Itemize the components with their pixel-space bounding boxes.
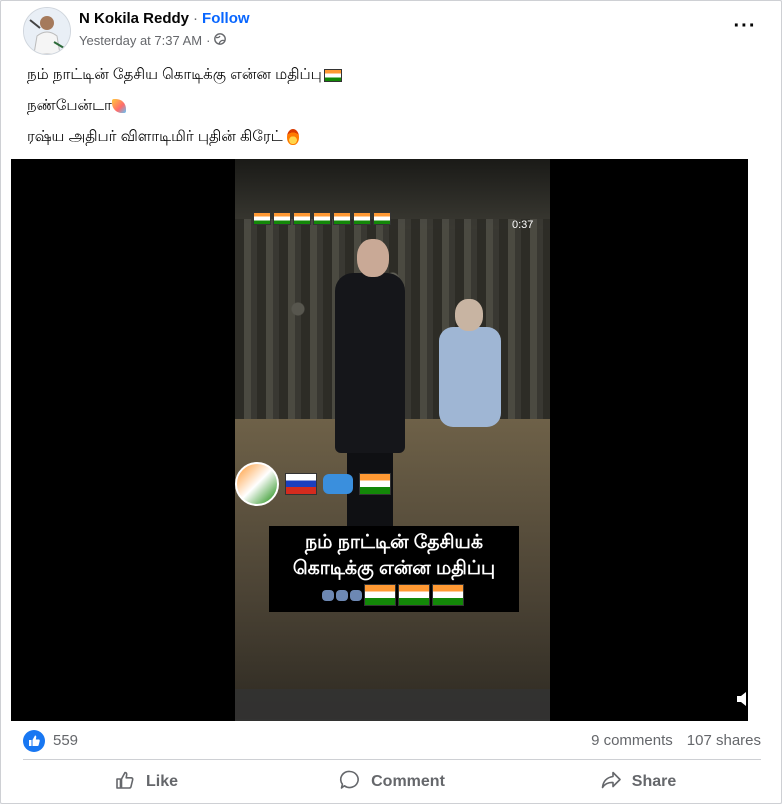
author-line: N Kokila Reddy · Follow (79, 10, 250, 27)
post-header: N Kokila Reddy · Follow Yesterday at 7:37 … (23, 7, 763, 55)
india-flag-icon (273, 212, 291, 225)
post-line-text: ரஷ்ய அதிபர் விளாடிமிர் புதின் கிரேட் (27, 128, 283, 145)
avatar[interactable] (23, 7, 71, 55)
author-name[interactable]: N Kokila Reddy (79, 10, 189, 27)
video-frame[interactable]: 0:37 நம் நாட்டின் தேசியக் கொடிக்கு என்ன … (235, 159, 550, 721)
india-flag-icon (313, 212, 331, 225)
post-line: ரஷ்ய அதிபர் விளாடிமிர் புதின் கிரேட் (27, 127, 344, 158)
comment-label: Comment (371, 773, 445, 790)
share-label: Share (631, 773, 677, 790)
caption-line: கொடிக்கு என்ன மதிப்பு (292, 558, 496, 579)
emblem-row (235, 462, 393, 506)
follow-button[interactable]: Follow (202, 10, 250, 27)
caption-emojis (275, 584, 513, 606)
separator-dot: · (206, 33, 211, 48)
post-card: N Kokila Reddy · Follow Yesterday at 7:37 … (0, 0, 782, 804)
pray-icon (350, 589, 362, 601)
comment-icon (339, 769, 361, 796)
party-popper-icon (111, 99, 126, 114)
separator-dot: · (193, 10, 199, 27)
more-options-icon[interactable]: ··· (727, 16, 763, 41)
share-button[interactable]: Share (515, 763, 761, 801)
india-flag-icon (432, 584, 464, 606)
india-flag-icon (323, 68, 342, 82)
pray-icon (336, 589, 348, 601)
india-flag-icon (293, 212, 311, 225)
boy-figure (435, 299, 505, 439)
fire-icon (286, 129, 299, 146)
emblem-badge-icon (235, 462, 279, 506)
post-line-text: நண்பேன்டா (27, 97, 112, 114)
divider (23, 759, 761, 760)
india-flag-icon (353, 212, 371, 225)
india-flag-icon (364, 584, 396, 606)
handshake-icon (323, 474, 353, 494)
video-controls-bar[interactable] (235, 689, 550, 721)
engagement-stats: 559 9 comments 107 shares (23, 729, 763, 753)
like-count[interactable]: 559 (53, 732, 78, 749)
mute-icon[interactable] (735, 689, 748, 709)
like-button[interactable]: Like (23, 763, 269, 801)
video-time: 0:37 (512, 219, 534, 231)
post-line: நண்பேன்டா (27, 96, 344, 127)
caption-line: நம் நாட்டின் தேசியக் (304, 532, 483, 553)
post-line: நம் நாட்டின் தேசிய கொடிக்கு என்ன மதிப்பு (27, 65, 344, 96)
post-meta: Yesterday at 7:37 AM · (79, 33, 227, 48)
share-count[interactable]: 107 shares (687, 732, 761, 749)
like-label: Like (145, 773, 178, 790)
flag-row (253, 212, 393, 225)
india-flag-icon (359, 473, 391, 495)
comment-count[interactable]: 9 comments (591, 732, 673, 749)
globe-icon (214, 33, 227, 48)
comment-button[interactable]: Comment (269, 763, 515, 801)
like-reaction-icon[interactable] (23, 730, 45, 752)
post-text: நம் நாட்டின் தேசிய கொடிக்கு என்ன மதிப்பு… (27, 65, 344, 158)
india-flag-icon (253, 212, 271, 225)
action-bar: Like Comment Share (23, 763, 761, 801)
india-flag-icon (333, 212, 351, 225)
russia-flag-icon (285, 473, 317, 495)
share-icon (600, 769, 622, 796)
like-icon (114, 769, 136, 796)
video-caption: நம் நாட்டின் தேசியக் கொடிக்கு என்ன மதிப்… (269, 526, 519, 612)
india-flag-icon (373, 212, 391, 225)
right-stats: 9 comments 107 shares (591, 732, 761, 749)
post-line-text: நம் நாட்டின் தேசிய கொடிக்கு என்ன மதிப்பு (27, 66, 322, 83)
india-flag-icon (398, 584, 430, 606)
pray-icon (322, 589, 334, 601)
post-timestamp[interactable]: Yesterday at 7:37 AM (79, 33, 202, 48)
video-player[interactable]: 0:37 நம் நாட்டின் தேசியக் கொடிக்கு என்ன … (11, 159, 748, 721)
